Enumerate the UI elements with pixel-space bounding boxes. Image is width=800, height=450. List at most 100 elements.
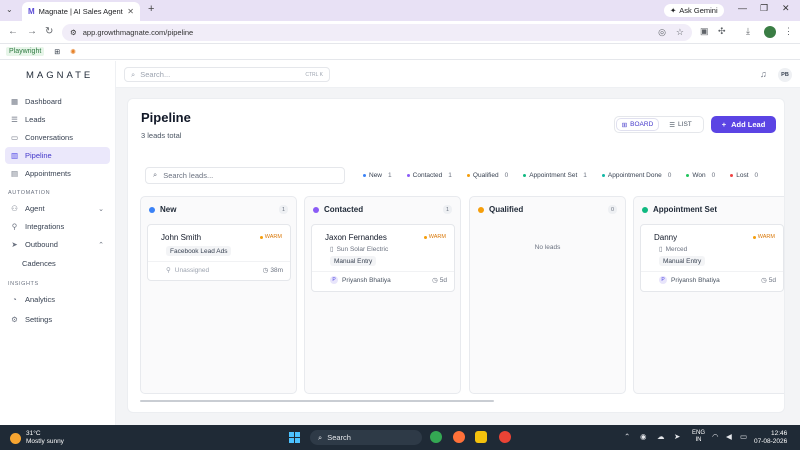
list-view-label: LIST (678, 121, 692, 128)
tray-send-icon[interactable]: ➤ (674, 432, 680, 441)
age-text: 5d (439, 276, 447, 284)
weather-widget[interactable]: 31°C Mostly sunny (10, 430, 64, 446)
company-name: Merced (665, 245, 688, 253)
pipeline-icon: ▥ (10, 151, 19, 160)
filter-label: Appointment Done (607, 171, 662, 179)
sidebar-item-outbound[interactable]: ➤ Outbound ⌃ (5, 236, 110, 253)
close-tab-icon[interactable]: ✕ (127, 7, 134, 16)
sidebar-item-dashboard[interactable]: ▦ Dashboard (5, 93, 110, 110)
sidebar-item-analytics[interactable]: ◔ Analytics (5, 291, 110, 308)
clock-icon: ◷ (432, 277, 438, 284)
filter-contacted[interactable]: Contacted 1 (406, 172, 452, 179)
extensions-puzzle-icon[interactable]: ✣ (718, 26, 726, 37)
window-close-icon[interactable]: ✕ (782, 3, 790, 14)
url-field[interactable]: ⚙ app.growthmagnate.com/pipeline ◎ ☆ (62, 24, 692, 41)
app: MAGNATE ▦ Dashboard ☰ Leads ▭ Conversati… (0, 61, 800, 425)
apps-grid-icon[interactable]: ⊞ (54, 48, 60, 56)
sidebar-item-appointments[interactable]: ▤ Appointments (5, 165, 110, 182)
eye-off-icon[interactable]: ◎ (658, 27, 666, 38)
sidebar-item-agent[interactable]: ⚇ Agent ⌄ (5, 200, 110, 217)
tray-cloud-icon[interactable]: ☁ (657, 432, 665, 441)
site-info-icon[interactable]: ⚙ (70, 28, 77, 37)
status-dot (466, 173, 470, 177)
taskbar-search[interactable]: ⌕ Search (310, 430, 422, 445)
status-dot (601, 173, 605, 177)
tab-list-chevron-icon[interactable]: ⌄ (6, 5, 13, 14)
column-header: Contacted 1 (313, 205, 452, 214)
brand-logo[interactable]: MAGNATE (26, 70, 93, 81)
chrome-menu-icon[interactable]: ⋮ (784, 26, 793, 37)
filter-won[interactable]: Won 0 (686, 172, 715, 179)
battery-icon[interactable]: ▭ (740, 432, 747, 441)
chrome-profile-app-icon[interactable] (499, 431, 511, 443)
bookmark-playwright[interactable]: Playwright (6, 47, 45, 56)
lead-card[interactable]: Danny WARM ▯ Merced Manual Entry P Priyans… (640, 224, 784, 292)
sidebar-item-pipeline[interactable]: ▥ Pipeline (5, 147, 110, 164)
gemini-sparkle-icon: ✦ (670, 6, 677, 15)
sidebar-item-leads[interactable]: ☰ Leads (5, 111, 110, 128)
filter-label: Won (692, 171, 706, 179)
column-title: Qualified (489, 205, 524, 214)
user-icon: ⚲ (166, 267, 171, 274)
sidebar-item-settings[interactable]: ⚙ Settings (5, 311, 110, 328)
chrome-profile-avatar[interactable] (764, 26, 776, 38)
status-dot (730, 173, 734, 177)
lead-search-input[interactable]: ⌕ Search leads... (145, 166, 345, 184)
filter-appointment-done[interactable]: Appointment Done 0 (601, 171, 671, 179)
tab-title: Magnate | AI Sales Agent (38, 7, 123, 16)
windows-start-icon[interactable] (289, 432, 300, 443)
sidebar-item-conversations[interactable]: ▭ Conversations (5, 129, 110, 146)
wifi-icon[interactable]: ◠ (712, 432, 719, 441)
forward-arrow-icon[interactable]: → (27, 26, 37, 37)
clock-icon: ◷ (761, 277, 767, 284)
lead-card[interactable]: Jaxon Fernandes WARM ▯ Sun Solar Electric… (311, 224, 455, 292)
firefox-app-icon[interactable] (453, 431, 465, 443)
tray-chevron-up-icon[interactable]: ⌃ (624, 432, 630, 441)
status-dot (363, 173, 366, 177)
extension-badge-icon[interactable]: ▣ (700, 26, 709, 37)
ask-gemini-button[interactable]: ✦ Ask Gemini (664, 4, 724, 17)
lead-company: ▯ Sun Solar Electric (330, 245, 388, 254)
calendar-icon: ▤ (10, 169, 19, 178)
list-view-button[interactable]: ☰ LIST (660, 119, 701, 130)
bell-icon[interactable]: ♫ (760, 69, 767, 79)
lead-card[interactable]: John Smith WARM Facebook Lead Ads ⚲ Unass… (147, 224, 291, 281)
chrome-app-icon[interactable] (430, 431, 442, 443)
reload-icon[interactable]: ↻ (45, 26, 53, 37)
file-explorer-icon[interactable] (475, 431, 487, 443)
add-lead-button[interactable]: + Add Lead (711, 116, 776, 133)
user-avatar[interactable]: PB (778, 68, 792, 82)
filter-new[interactable]: New 1 (363, 172, 392, 179)
board-view-button[interactable]: ⊞ BOARD (617, 119, 658, 130)
tray-app-icon[interactable]: ◉ (640, 432, 647, 441)
list-icon: ☰ (669, 121, 676, 129)
column-header: Qualified 0 (478, 205, 617, 214)
board-icon: ⊞ (621, 121, 628, 129)
bookmark-star-icon[interactable]: ☆ (676, 27, 684, 38)
column-title: New (160, 205, 177, 214)
browser-tab[interactable]: M Magnate | AI Sales Agent ✕ (22, 2, 140, 21)
back-arrow-icon[interactable]: ← (8, 26, 18, 37)
taskbar-clock[interactable]: 12:46 07-08-2026 (754, 430, 787, 446)
sidebar-item-label: Settings (25, 315, 53, 324)
minimize-icon[interactable]: — (738, 3, 747, 13)
new-tab-icon[interactable]: + (148, 3, 154, 15)
download-icon[interactable]: ⤓ (746, 26, 750, 37)
age-text: 38m (270, 266, 283, 274)
bookmark-sparkle-icon[interactable]: ✺ (70, 48, 76, 56)
input-language[interactable]: ENG IN (692, 430, 705, 444)
sidebar-item-cadences[interactable]: Cadences (5, 255, 110, 272)
status-dot (686, 173, 690, 177)
filter-qualified[interactable]: Qualified 0 (466, 172, 508, 179)
chevron-up-icon: ⌃ (98, 241, 104, 249)
filter-appointment-set[interactable]: Appointment Set 1 (523, 172, 587, 179)
global-search-input[interactable]: ⌕ Search... CTRL K (124, 67, 330, 82)
restore-icon[interactable]: ❐ (760, 3, 768, 14)
owner-avatar: P (330, 276, 338, 284)
sidebar-item-integrations[interactable]: ⚲ Integrations (5, 218, 110, 235)
volume-icon[interactable]: ◀ (726, 432, 732, 441)
page-title: Pipeline (141, 110, 191, 125)
board-horizontal-scrollbar[interactable] (140, 400, 494, 402)
filter-lost[interactable]: Lost 0 (730, 172, 758, 179)
lang-code: ENG (692, 430, 706, 436)
